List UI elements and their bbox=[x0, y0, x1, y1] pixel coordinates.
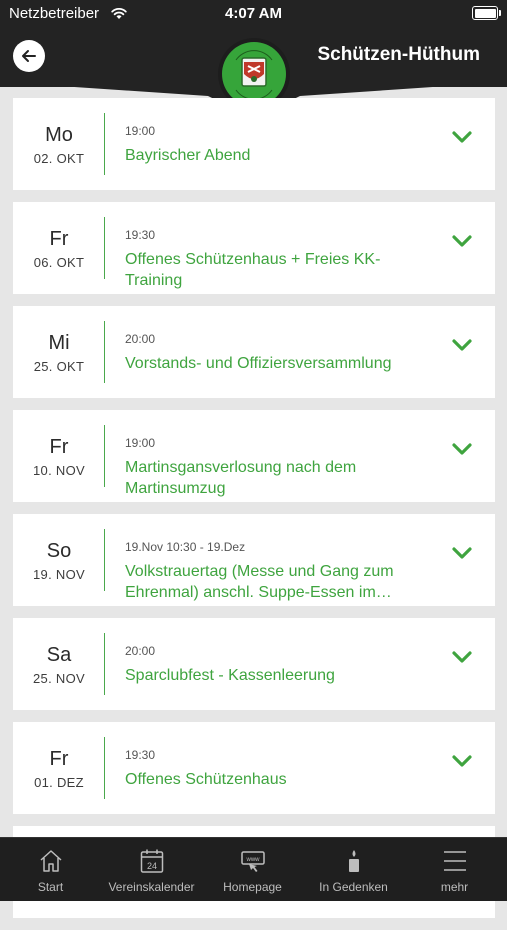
event-weekday: Fr bbox=[49, 228, 69, 250]
menu-icon bbox=[443, 851, 466, 871]
event-card[interactable]: Mo 02. OKT 19:00 Bayrischer Abend bbox=[13, 98, 495, 190]
event-date: 06. OKT bbox=[33, 255, 85, 270]
chevron-down-icon[interactable] bbox=[452, 130, 472, 144]
event-title: Sparclubfest - Kassenleerung bbox=[125, 667, 335, 684]
event-weekday: Mo bbox=[45, 124, 73, 146]
event-card[interactable]: Fr 06. OKT 19:30 Offenes Schützenhaus + … bbox=[13, 202, 495, 294]
chevron-down-icon[interactable] bbox=[452, 754, 472, 768]
calendar-icon: 24 bbox=[140, 849, 163, 873]
divider bbox=[104, 529, 105, 591]
event-list: Mo 02. OKT 19:00 Bayrischer Abend Fr 06.… bbox=[13, 98, 495, 930]
event-title: Bayrischer Abend bbox=[125, 147, 251, 164]
event-card[interactable]: Fr 10. NOV 19:00 Martinsgansverlosung na… bbox=[13, 410, 495, 502]
tab-mehr[interactable]: mehr bbox=[404, 838, 505, 901]
divider bbox=[104, 633, 105, 695]
tab-label: In Gedenken bbox=[319, 880, 388, 894]
event-card[interactable]: Mi 25. OKT 20:00 Vorstands- und Offizier… bbox=[13, 306, 495, 398]
page-title: Schützen-Hüthum bbox=[317, 44, 480, 65]
status-time: 4:07 AM bbox=[225, 5, 282, 22]
event-card[interactable]: Sa 25. NOV 20:00 Sparclubfest - Kassenle… bbox=[13, 618, 495, 710]
tab-vereinskalender[interactable]: 24 Vereinskalender bbox=[101, 838, 202, 901]
event-date: 25. NOV bbox=[33, 671, 85, 686]
tab-label: Vereinskalender bbox=[108, 880, 195, 894]
event-date: 25. OKT bbox=[33, 359, 85, 374]
arrow-left-icon bbox=[22, 50, 36, 62]
tab-bar: Start 24 Vereinskalender www Homepage In… bbox=[0, 837, 507, 901]
event-date: 02. OKT bbox=[33, 151, 85, 166]
event-card[interactable]: So 19. NOV 19.Nov 10:30 - 19.Dez Volkstr… bbox=[13, 514, 495, 606]
event-date: 10. NOV bbox=[33, 463, 85, 478]
event-title: Offenes Schützenhaus + Freies KK-Trainin… bbox=[125, 251, 381, 289]
chevron-down-icon[interactable] bbox=[452, 234, 472, 248]
event-title: Vorstands- und Offiziersversammlung bbox=[125, 355, 392, 372]
chevron-down-icon[interactable] bbox=[452, 338, 472, 352]
tab-in-gedenken[interactable]: In Gedenken bbox=[303, 838, 404, 901]
www-icon: www bbox=[240, 851, 265, 872]
tab-label: Homepage bbox=[223, 880, 282, 894]
battery-icon bbox=[472, 6, 501, 20]
event-card[interactable]: Fr 01. DEZ 19:30 Offenes Schützenhaus bbox=[13, 722, 495, 814]
calendar-day: 24 bbox=[146, 861, 156, 871]
tab-label: Start bbox=[37, 880, 64, 894]
tab-start[interactable]: Start bbox=[0, 838, 101, 901]
event-weekday: Mi bbox=[48, 332, 70, 354]
event-time: 19:00 bbox=[125, 436, 156, 450]
www-badge: www bbox=[245, 857, 260, 863]
divider bbox=[104, 425, 105, 487]
event-date: 19. NOV bbox=[33, 567, 85, 582]
event-weekday: Fr bbox=[49, 436, 69, 458]
tab-homepage[interactable]: www Homepage bbox=[202, 838, 303, 901]
divider bbox=[104, 113, 105, 175]
back-button[interactable] bbox=[13, 40, 45, 72]
tab-label: mehr bbox=[440, 880, 469, 894]
chevron-down-icon[interactable] bbox=[452, 442, 472, 456]
home-icon bbox=[39, 850, 62, 872]
event-weekday: Fr bbox=[49, 748, 69, 770]
event-time: 19:00 bbox=[125, 124, 156, 138]
divider bbox=[104, 321, 105, 383]
chevron-down-icon[interactable] bbox=[452, 546, 472, 560]
event-title: Offenes Schützenhaus bbox=[125, 771, 287, 788]
event-title: Volkstrauertag (Messe und Gang zum Ehren… bbox=[125, 563, 394, 601]
event-title: Martinsgansverlosung nach dem Martinsumz… bbox=[125, 459, 357, 497]
event-time: 19:30 bbox=[125, 748, 156, 762]
candle-icon bbox=[348, 850, 359, 872]
chevron-down-icon[interactable] bbox=[452, 650, 472, 664]
status-bar: Netzbetreiber 4:07 AM bbox=[0, 0, 507, 28]
event-time: 19:30 bbox=[125, 228, 156, 242]
event-time: 20:00 bbox=[125, 332, 156, 346]
event-weekday: Sa bbox=[46, 644, 72, 666]
divider bbox=[104, 737, 105, 799]
event-date: 01. DEZ bbox=[34, 775, 84, 790]
divider bbox=[104, 217, 105, 279]
club-crest-icon bbox=[235, 50, 273, 100]
event-time: 19.Nov 10:30 - 19.Dez bbox=[125, 540, 246, 554]
event-weekday: So bbox=[46, 540, 72, 562]
event-time: 20:00 bbox=[125, 644, 156, 658]
